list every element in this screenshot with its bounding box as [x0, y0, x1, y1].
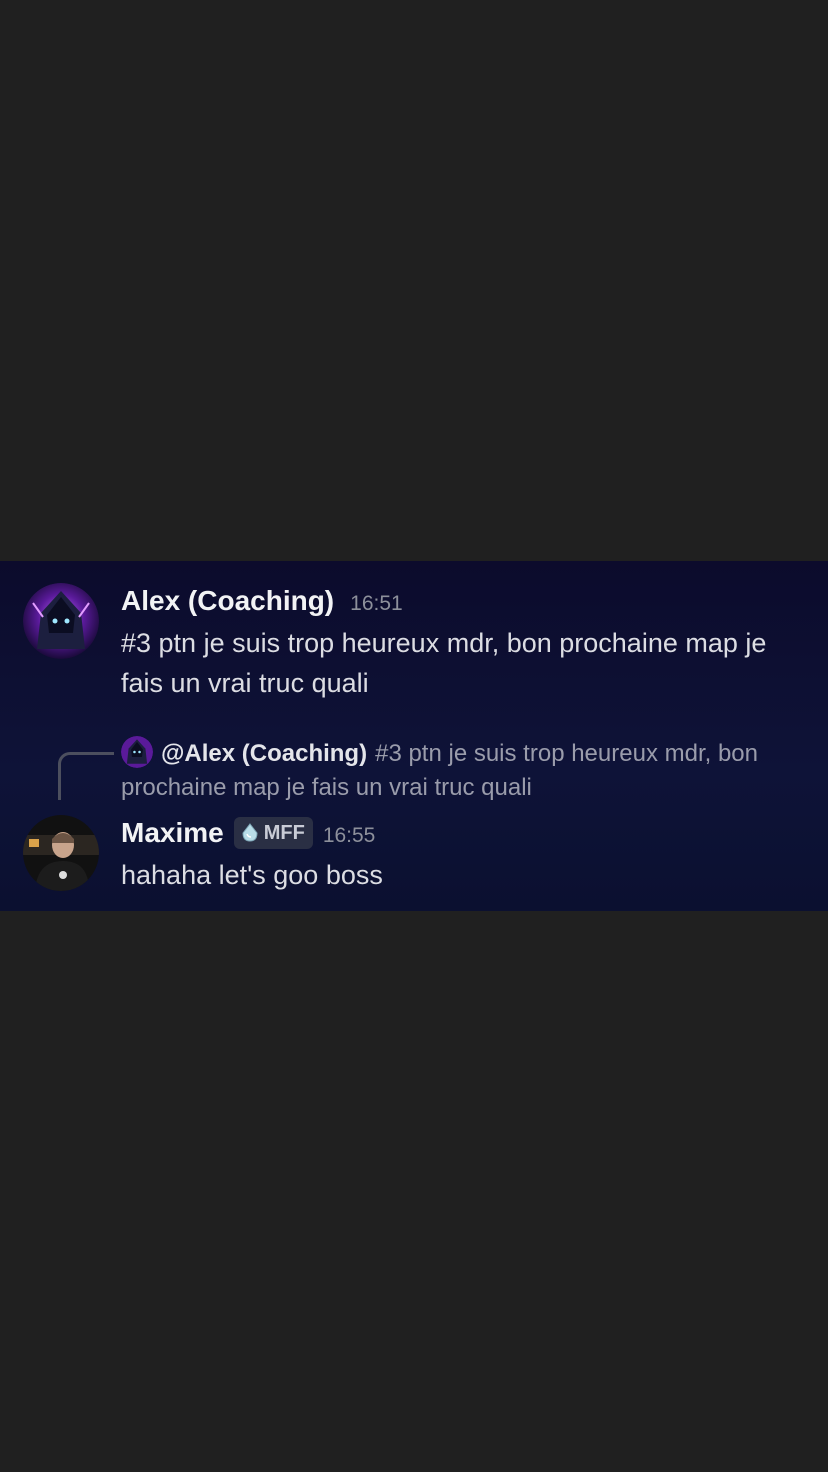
- server-tag-label: MFF: [263, 821, 305, 844]
- avatar-maxime[interactable]: [23, 815, 99, 891]
- message-text: hahaha let's goo boss: [121, 860, 383, 890]
- diamond-gem-icon: [242, 823, 258, 842]
- author-name[interactable]: Maxime: [121, 817, 224, 849]
- message-timestamp: 16:51: [350, 592, 403, 615]
- avatar-alex[interactable]: [23, 583, 99, 659]
- message-text: #3 ptn je suis trop heureux mdr, bon pro…: [121, 628, 767, 698]
- message-list: Alex (Coaching) 16:51 #3 ptn je suis tro…: [0, 561, 828, 911]
- message-header: Alex (Coaching) 16:51: [121, 585, 403, 617]
- reply-connector: [58, 752, 114, 800]
- message-item[interactable]: @Alex (Coaching) #3 ptn je suis trop heur…: [0, 711, 828, 911]
- message-timestamp: 16:55: [322, 824, 376, 847]
- server-tag-badge[interactable]: MFF: [233, 817, 313, 849]
- reply-preview[interactable]: @Alex (Coaching) #3 ptn je suis trop heur…: [121, 736, 801, 805]
- message-item[interactable]: Alex (Coaching) 16:51 #3 ptn je suis tro…: [0, 561, 828, 711]
- reply-avatar: [121, 736, 153, 768]
- author-name[interactable]: Alex (Coaching): [121, 585, 334, 617]
- screenshot-canvas: Alex (Coaching) 16:51 #3 ptn je suis tro…: [0, 0, 828, 1472]
- reply-mention[interactable]: @Alex (Coaching): [161, 740, 367, 767]
- message-header: Maxime MFF 16:55: [121, 817, 375, 849]
